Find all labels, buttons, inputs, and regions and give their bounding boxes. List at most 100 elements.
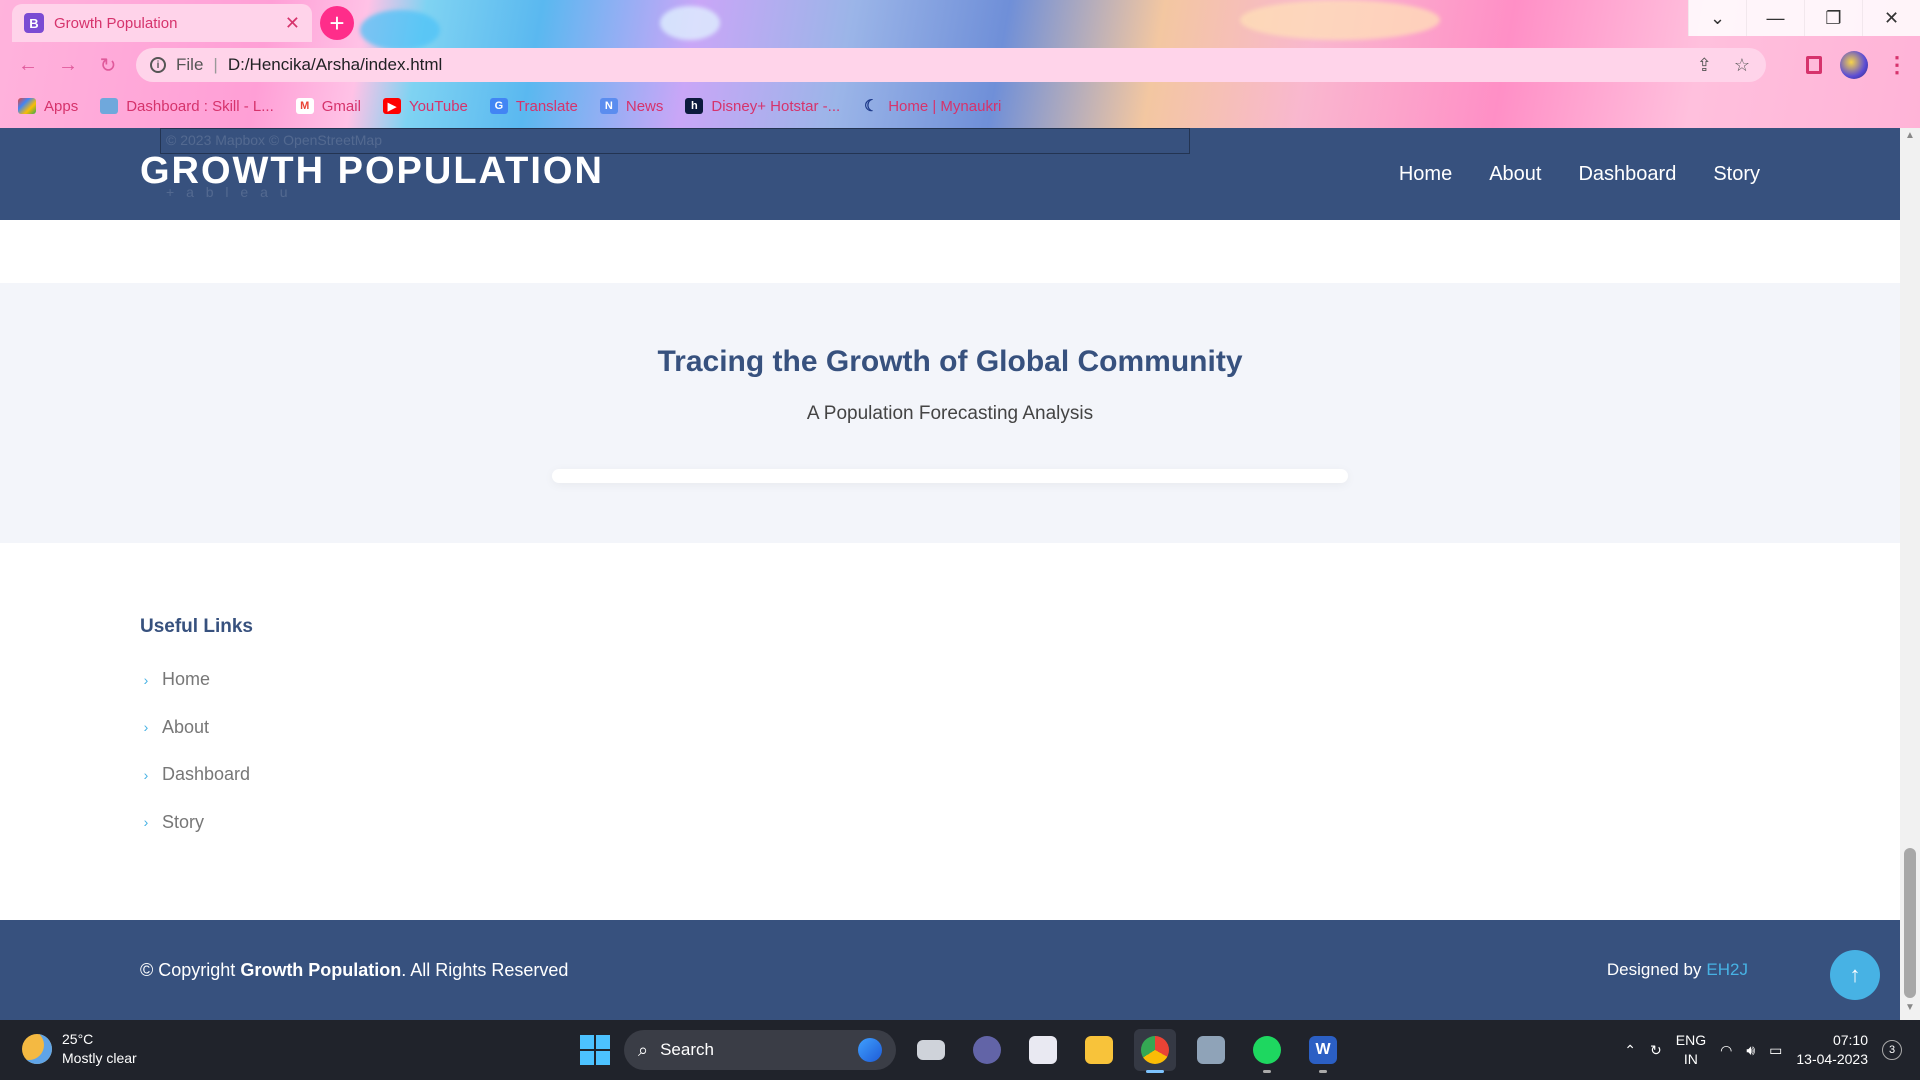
bookmark-label: Home | Mynaukri — [888, 97, 1002, 115]
hero-search-bar[interactable] — [552, 469, 1348, 483]
bookmark-label: News — [625, 97, 664, 115]
hero-title: Tracing the Growth of Global Community — [657, 345, 1243, 378]
notification-badge[interactable]: 3 — [1882, 1040, 1902, 1060]
list-item: › Story — [140, 799, 253, 847]
address-bar[interactable]: i File | D:/Hencika/Arsha/index.html ⇪ ☆ — [136, 48, 1766, 82]
temperature: 25°C — [62, 1031, 94, 1047]
clock[interactable]: 07:10 13-04-2023 — [1796, 1031, 1868, 1069]
chevron-right-icon: › — [143, 766, 149, 783]
clock-date: 13-04-2023 — [1796, 1051, 1868, 1067]
task-view-icon[interactable] — [910, 1029, 952, 1071]
bookmark-apps[interactable]: Apps — [18, 98, 78, 115]
new-tab-button[interactable]: + — [320, 6, 354, 40]
nav-story[interactable]: Story — [1713, 163, 1760, 186]
bookmark-star-icon[interactable]: ☆ — [1734, 55, 1750, 76]
page-scrollbar[interactable]: ▲ ▼ — [1900, 128, 1920, 1020]
designer-link[interactable]: EH2J — [1706, 960, 1748, 980]
back-icon[interactable]: ← — [8, 54, 48, 77]
nav-dashboard[interactable]: Dashboard — [1578, 163, 1676, 186]
footer-link-dashboard[interactable]: Dashboard — [162, 764, 250, 785]
browser-tab[interactable]: B Growth Population ✕ — [12, 4, 312, 42]
moon-weather-icon — [22, 1034, 52, 1064]
spotify-icon[interactable] — [1246, 1029, 1288, 1073]
chrome-icon[interactable] — [1134, 1029, 1176, 1073]
page-viewport: © 2023 Mapbox © OpenStreetMap + a b l e … — [0, 128, 1900, 1020]
volume-icon[interactable]: 🔊︎ — [1746, 1042, 1755, 1059]
share-icon[interactable]: ⇪ — [1697, 55, 1712, 76]
calculator-icon[interactable] — [1190, 1029, 1232, 1071]
nav-about[interactable]: About — [1489, 163, 1541, 186]
battery-icon[interactable]: ▭ — [1769, 1042, 1782, 1059]
copyright-suffix: . All Rights Reserved — [401, 959, 569, 980]
site-logo[interactable]: GROWTH POPULATION — [140, 150, 604, 193]
windows-taskbar: 25°C Mostly clear ⌕ Search W ⌃ ↻ ENG IN … — [0, 1020, 1920, 1080]
chevron-right-icon: › — [143, 814, 149, 831]
running-indicator — [1263, 1070, 1271, 1073]
weather-text: 25°C Mostly clear — [62, 1030, 137, 1068]
bookmark-dashboard[interactable]: Dashboard : Skill - L... — [100, 98, 274, 115]
chevron-up-icon[interactable]: ⌃ — [1624, 1042, 1636, 1059]
news-icon: N — [599, 98, 618, 114]
bookmark-mynaukri[interactable]: ☾ Home | Mynaukri — [862, 97, 1002, 116]
bookmark-label: Gmail — [321, 97, 361, 115]
useful-links-list: › Home › About › Dashboard › Story — [140, 656, 253, 846]
tab-favicon: B — [24, 13, 44, 33]
url-separator: | — [213, 55, 218, 74]
close-window-button[interactable]: ✕ — [1862, 0, 1920, 36]
tab-search-chevron-icon[interactable]: ⌄ — [1688, 0, 1746, 36]
file-explorer-icon[interactable] — [1078, 1029, 1120, 1071]
footer-link-story[interactable]: Story — [162, 812, 204, 833]
credits: Designed by EH2J — [1607, 920, 1748, 1020]
menu-kebab-icon[interactable]: ⋮ — [1886, 52, 1908, 78]
reload-icon[interactable]: ↻ — [88, 53, 128, 78]
designed-by-label: Designed by — [1606, 960, 1702, 979]
sync-icon[interactable]: ↻ — [1650, 1042, 1662, 1059]
weather-widget[interactable]: 25°C Mostly clear — [22, 1030, 137, 1068]
footer-link-about[interactable]: About — [162, 717, 209, 738]
bookmark-gmail[interactable]: M Gmail — [295, 97, 361, 115]
mynaukri-icon: ☾ — [864, 98, 879, 115]
hero-section: Tracing the Growth of Global Community A… — [0, 283, 1900, 543]
restore-button[interactable]: ❐ — [1804, 0, 1862, 36]
forward-icon[interactable]: → — [48, 54, 88, 77]
bookmark-translate[interactable]: G Translate — [489, 98, 578, 115]
copyright: © Copyright Growth Population. All Right… — [140, 920, 568, 1020]
site-header: © 2023 Mapbox © OpenStreetMap + a b l e … — [0, 128, 1900, 220]
bookmark-label: Apps — [44, 97, 79, 115]
chevron-right-icon: › — [143, 719, 149, 736]
main-nav: Home About Dashboard Story — [1399, 128, 1760, 220]
scroll-thumb[interactable] — [1904, 848, 1916, 998]
close-tab-icon[interactable]: ✕ — [285, 13, 300, 34]
word-icon[interactable]: W — [1302, 1029, 1344, 1073]
minimize-button[interactable]: — — [1746, 0, 1804, 36]
teams-chat-icon[interactable] — [966, 1029, 1008, 1071]
youtube-icon: ▶ — [382, 98, 401, 114]
active-indicator — [1146, 1070, 1164, 1073]
bookmark-news[interactable]: N News — [599, 97, 664, 115]
bookmark-label: YouTube — [408, 97, 468, 115]
site-info-icon[interactable]: i — [150, 57, 166, 73]
scroll-down-arrow-icon[interactable]: ▼ — [1900, 1002, 1920, 1018]
snipping-tool-icon[interactable] — [1022, 1029, 1064, 1071]
window-controls: ⌄ — ❐ ✕ — [1688, 0, 1920, 36]
side-panel-icon[interactable] — [1806, 56, 1822, 74]
browser-toolbar: ← → ↻ i File | D:/Hencika/Arsha/index.ht… — [0, 45, 1920, 85]
url-text[interactable]: D:/Hencika/Arsha/index.html — [228, 55, 442, 75]
language-code: ENG — [1675, 1032, 1707, 1048]
nav-home[interactable]: Home — [1399, 163, 1452, 186]
language-indicator[interactable]: ENG IN — [1676, 1031, 1706, 1069]
windows-start-icon[interactable] — [580, 1035, 610, 1065]
footer-link-home[interactable]: Home — [162, 669, 210, 690]
clock-time: 07:10 — [1832, 1032, 1868, 1048]
taskbar-search[interactable]: ⌕ Search — [624, 1030, 896, 1070]
wifi-icon[interactable]: ◠ — [1720, 1042, 1732, 1059]
dashboard-bookmark-icon — [100, 98, 119, 114]
back-to-top-button[interactable]: ↑ — [1830, 950, 1880, 1000]
bookmark-hotstar[interactable]: h Disney+ Hotstar -... — [685, 98, 840, 115]
bing-icon[interactable] — [858, 1038, 882, 1062]
bookmark-youtube[interactable]: ▶ YouTube — [382, 97, 468, 115]
hero-subtitle: A Population Forecasting Analysis — [806, 403, 1094, 424]
profile-avatar[interactable] — [1840, 51, 1868, 79]
scroll-up-arrow-icon[interactable]: ▲ — [1900, 130, 1920, 146]
wallpaper-blob — [1240, 0, 1440, 40]
